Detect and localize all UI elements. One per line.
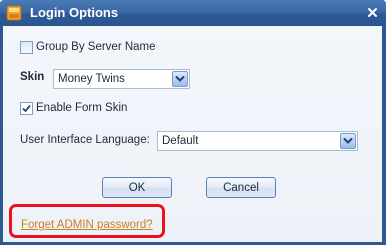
forgot-admin-password-link[interactable]: Forget ADMIN password? bbox=[21, 219, 153, 231]
skin-select[interactable]: Money Twins bbox=[53, 69, 190, 89]
ui-language-label: User Interface Language: bbox=[20, 134, 150, 146]
group-by-server-label: Group By Server Name bbox=[36, 41, 156, 53]
enable-form-skin-label: Enable Form Skin bbox=[36, 102, 128, 114]
ui-language-dropdown-button[interactable] bbox=[340, 133, 356, 149]
skin-select-value: Money Twins bbox=[58, 73, 125, 85]
app-icon bbox=[6, 5, 22, 21]
chevron-down-icon bbox=[343, 137, 353, 144]
ui-language-select-value: Default bbox=[162, 135, 199, 147]
window-title: Login Options bbox=[30, 5, 119, 20]
skin-label: Skin bbox=[20, 71, 45, 83]
title-bar[interactable]: Login Options bbox=[0, 0, 386, 26]
skin-dropdown-button[interactable] bbox=[172, 71, 188, 87]
group-by-server-checkbox[interactable] bbox=[20, 41, 33, 54]
ui-language-select[interactable]: Default bbox=[157, 131, 358, 151]
ok-button[interactable]: OK bbox=[102, 177, 172, 198]
cancel-button[interactable]: Cancel bbox=[206, 177, 276, 198]
login-options-window: Login Options Group By Server Name Skin … bbox=[0, 0, 386, 245]
enable-form-skin-checkbox[interactable] bbox=[20, 102, 33, 115]
close-button[interactable] bbox=[364, 4, 381, 21]
close-icon bbox=[368, 8, 377, 17]
chevron-down-icon bbox=[175, 75, 185, 82]
checkmark-icon bbox=[22, 104, 31, 113]
